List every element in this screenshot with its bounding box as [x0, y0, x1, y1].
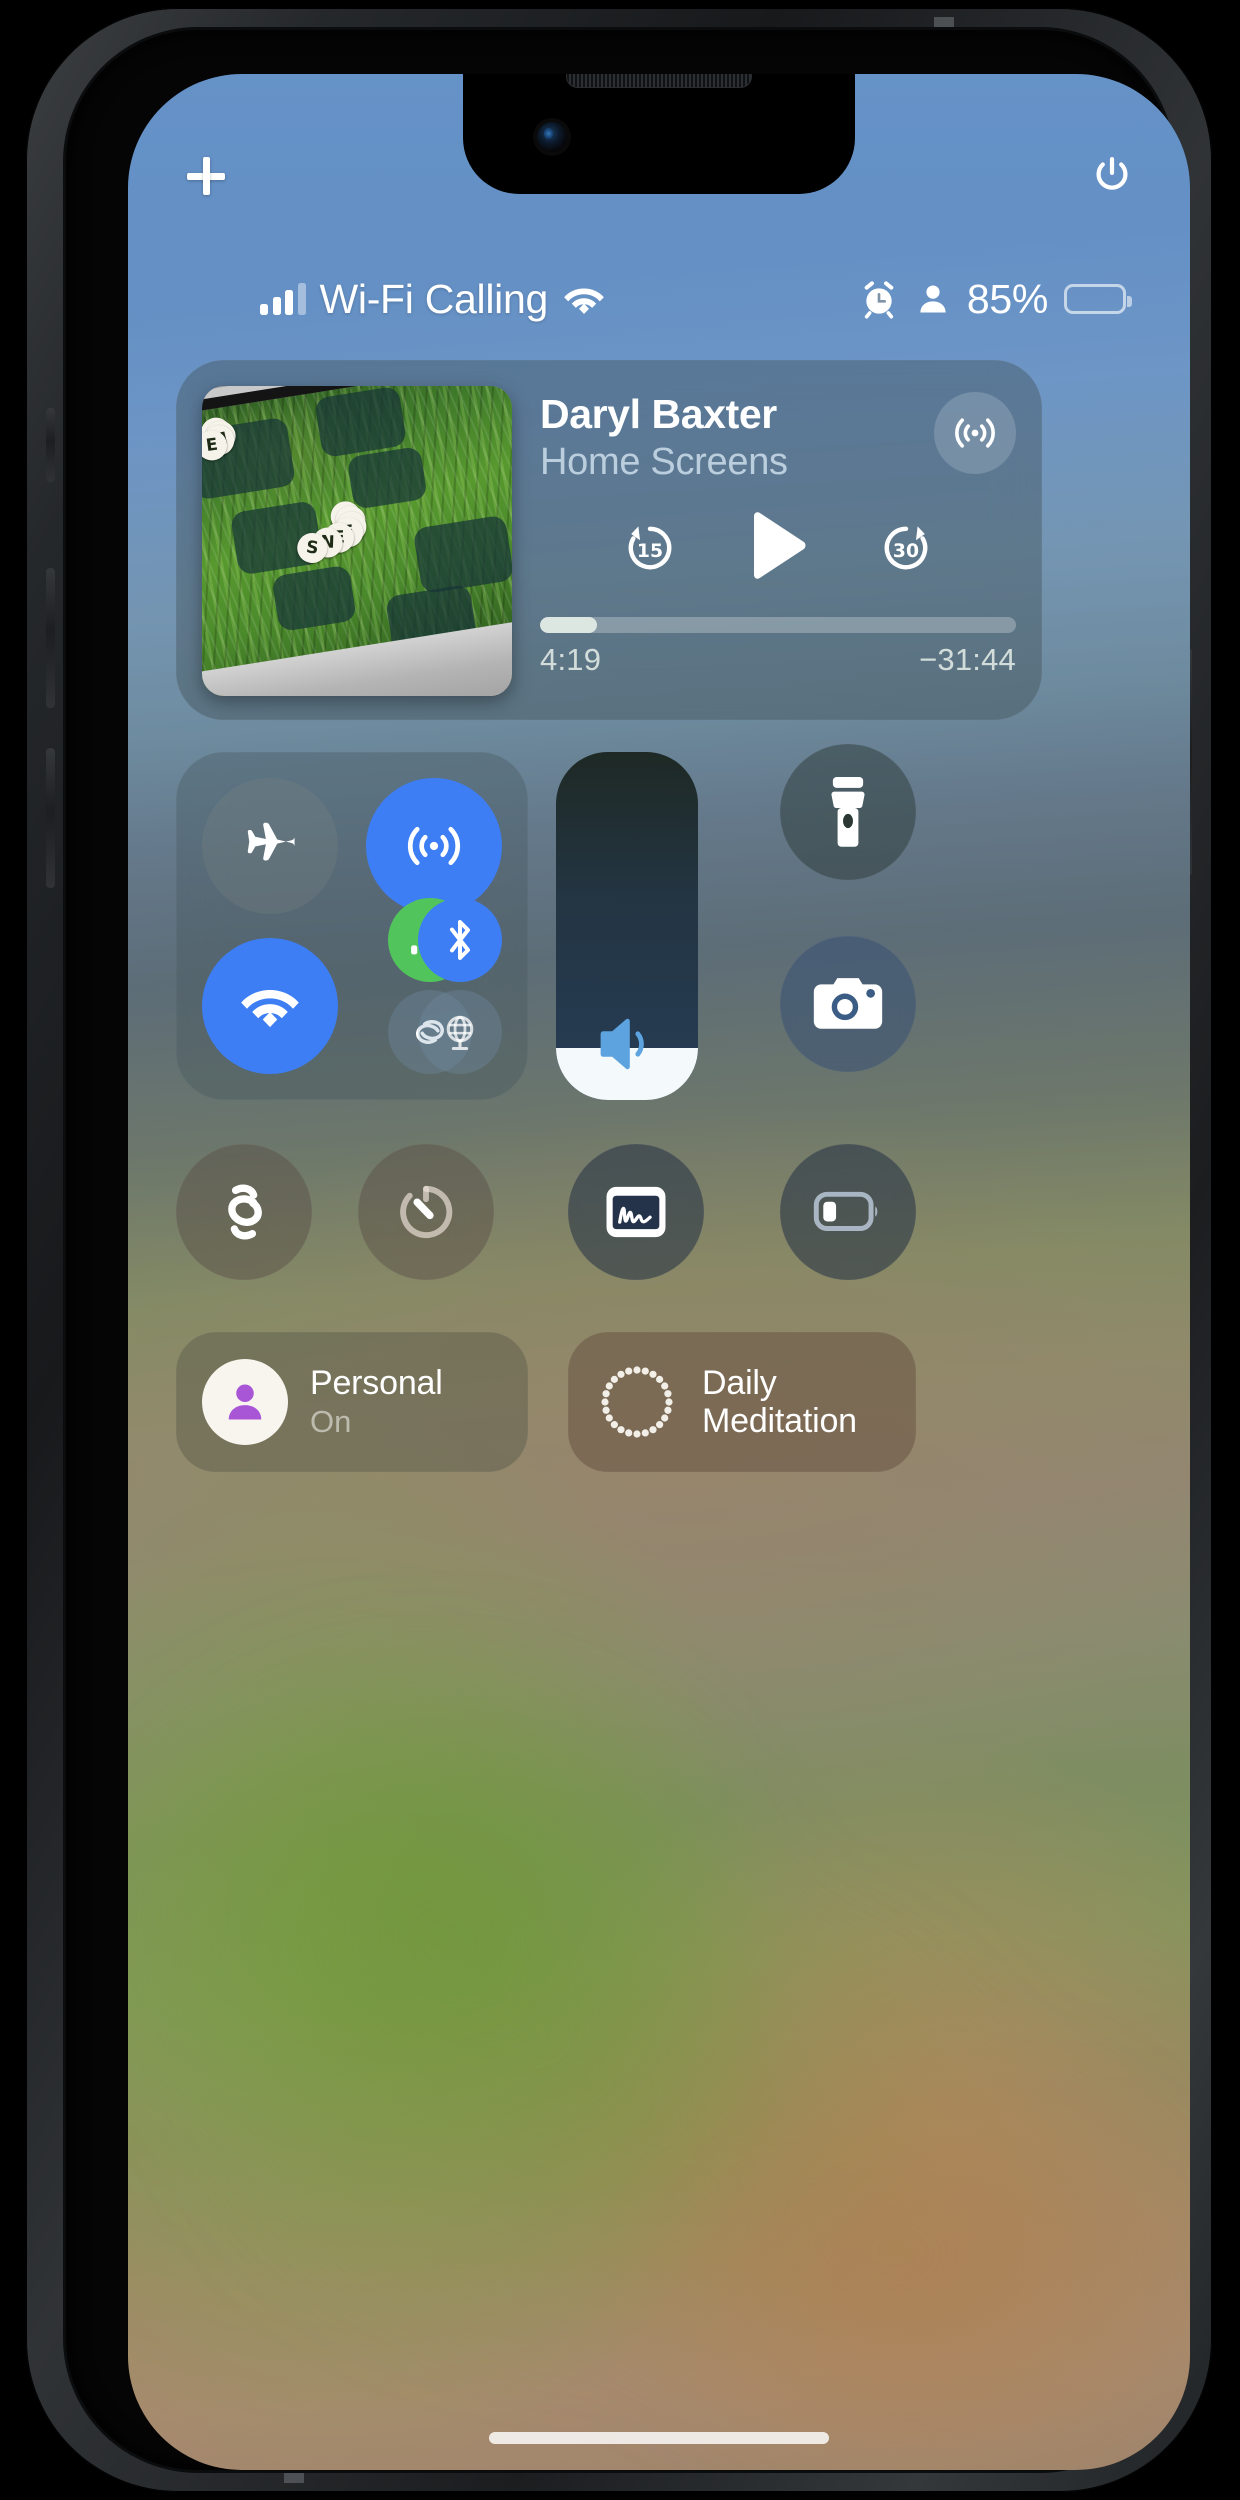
- cellular-signal-bars-icon: [260, 283, 306, 315]
- airplay-button[interactable]: [934, 392, 1016, 474]
- plus-icon: [187, 157, 225, 195]
- now-playing-details: Daryl Baxter Home Screens 15 30 4:19 −31…: [512, 386, 1016, 694]
- focus-tile-text: Personal On: [310, 1364, 443, 1440]
- volume-slider[interactable]: [556, 752, 698, 1100]
- now-playing-header: Daryl Baxter Home Screens: [540, 391, 1016, 483]
- airplane-mode-toggle[interactable]: [202, 778, 338, 914]
- alarm-clock-icon: [864, 281, 894, 319]
- forward-seconds-label: 30: [893, 541, 919, 562]
- remaining-time: −31:44: [919, 642, 1016, 678]
- person-icon: [920, 285, 946, 313]
- bluetooth-toggle[interactable]: [418, 898, 502, 982]
- low-power-mode-button[interactable]: [780, 1144, 916, 1280]
- add-control-button[interactable]: [176, 146, 236, 206]
- phone-screen: Wi-Fi Calling 85% E N S Daryl Baxter Hom…: [128, 74, 1190, 2470]
- dotted-ring-svg: [601, 1366, 673, 1438]
- progress-fill: [540, 617, 598, 634]
- progress-track[interactable]: [540, 617, 1016, 634]
- shazam-icon: [228, 1184, 262, 1240]
- screenshot-stage: Wi-Fi Calling 85% E N S Daryl Baxter Hom…: [0, 0, 1240, 2500]
- power-off-button[interactable]: [1082, 146, 1142, 206]
- carrier-label: Wi-Fi Calling: [319, 275, 549, 322]
- play-button[interactable]: [742, 509, 814, 587]
- album-artwork[interactable]: HOME SCREENS: [202, 386, 512, 696]
- quick-note-button[interactable]: [568, 1144, 704, 1280]
- control-center: Wi-Fi Calling 85% E N S Daryl Baxter Hom…: [128, 74, 1190, 2470]
- shortcut-tile-title: Daily Meditation: [702, 1363, 857, 1440]
- focus-mode-tile[interactable]: Personal On: [176, 1332, 528, 1472]
- power-icon: [1096, 157, 1128, 190]
- shortcut-tile[interactable]: Daily Meditation: [568, 1332, 916, 1472]
- display-notch: [463, 74, 855, 194]
- vpn-toggle[interactable]: [418, 990, 502, 1074]
- home-indicator[interactable]: [489, 2432, 829, 2444]
- silent-switch[interactable]: [46, 408, 55, 482]
- volume-up-button[interactable]: [46, 568, 55, 708]
- mindfulness-dotted-circle-icon: [594, 1359, 680, 1445]
- elapsed-time: 4:19: [540, 642, 602, 678]
- phone-bezel: Wi-Fi Calling 85% E N S Daryl Baxter Hom…: [66, 30, 1190, 2470]
- play-icon: [754, 512, 806, 580]
- wifi-icon: [564, 288, 604, 314]
- wifi-icon: [241, 990, 299, 1028]
- music-recognition-button[interactable]: [176, 1144, 312, 1280]
- forward-30-icon: 30: [884, 526, 928, 570]
- speaker-wave-icon: [600, 1018, 644, 1070]
- camera-icon: [813, 978, 883, 1029]
- battery-icon: [1064, 284, 1132, 314]
- battery-percent-label: 85%: [966, 275, 1048, 322]
- now-playing-subtitle: Home Screens: [540, 440, 788, 483]
- rewind-15-button[interactable]: 15: [620, 518, 680, 578]
- phone-hardware-frame: Wi-Fi Calling 85% E N S Daryl Baxter Hom…: [26, 8, 1212, 2492]
- connectivity-module[interactable]: [176, 752, 528, 1100]
- airdrop-toggle[interactable]: [366, 778, 502, 914]
- timer-icon: [400, 1185, 453, 1239]
- focus-tile-subtitle: On: [310, 1404, 352, 1440]
- forward-30-button[interactable]: 30: [876, 518, 936, 578]
- earpiece-speaker: [566, 74, 752, 88]
- volume-icon-wrap: [595, 1015, 659, 1078]
- status-bar: Wi-Fi Calling 85%: [176, 270, 1142, 328]
- airdrop-icon: [407, 826, 461, 866]
- focus-tile-title: Personal: [310, 1364, 443, 1403]
- quick-note-icon: [606, 1186, 666, 1238]
- timer-button[interactable]: [358, 1144, 494, 1280]
- now-playing-module[interactable]: HOME SCREENS Daryl Baxter Home Screens: [176, 360, 1042, 720]
- vpn-globe-icon: [446, 1015, 474, 1051]
- airplay-audio-icon: [955, 418, 995, 448]
- playback-progress[interactable]: 4:19 −31:44: [540, 617, 1016, 678]
- rewind-seconds-label: 15: [637, 541, 663, 562]
- person-focus-icon: [228, 1384, 262, 1420]
- flashlight-button[interactable]: [780, 744, 916, 880]
- front-camera-icon: [537, 122, 567, 152]
- status-bar-left: Wi-Fi Calling: [260, 276, 606, 323]
- playback-times: 4:19 −31:44: [540, 642, 1016, 678]
- bluetooth-icon: [450, 920, 470, 960]
- low-power-battery-icon: [813, 1191, 878, 1231]
- status-bar-right: 85%: [859, 275, 1132, 323]
- now-playing-title: Daryl Baxter: [540, 391, 777, 437]
- airplane-icon: [247, 822, 295, 861]
- rewind-15-icon: 15: [628, 526, 672, 570]
- wifi-toggle[interactable]: [202, 938, 338, 1074]
- flashlight-icon: [831, 777, 865, 847]
- camera-button[interactable]: [780, 936, 916, 1072]
- transport-controls: 15 30: [540, 509, 1016, 587]
- volume-down-button[interactable]: [46, 748, 55, 888]
- focus-badge: [202, 1359, 288, 1445]
